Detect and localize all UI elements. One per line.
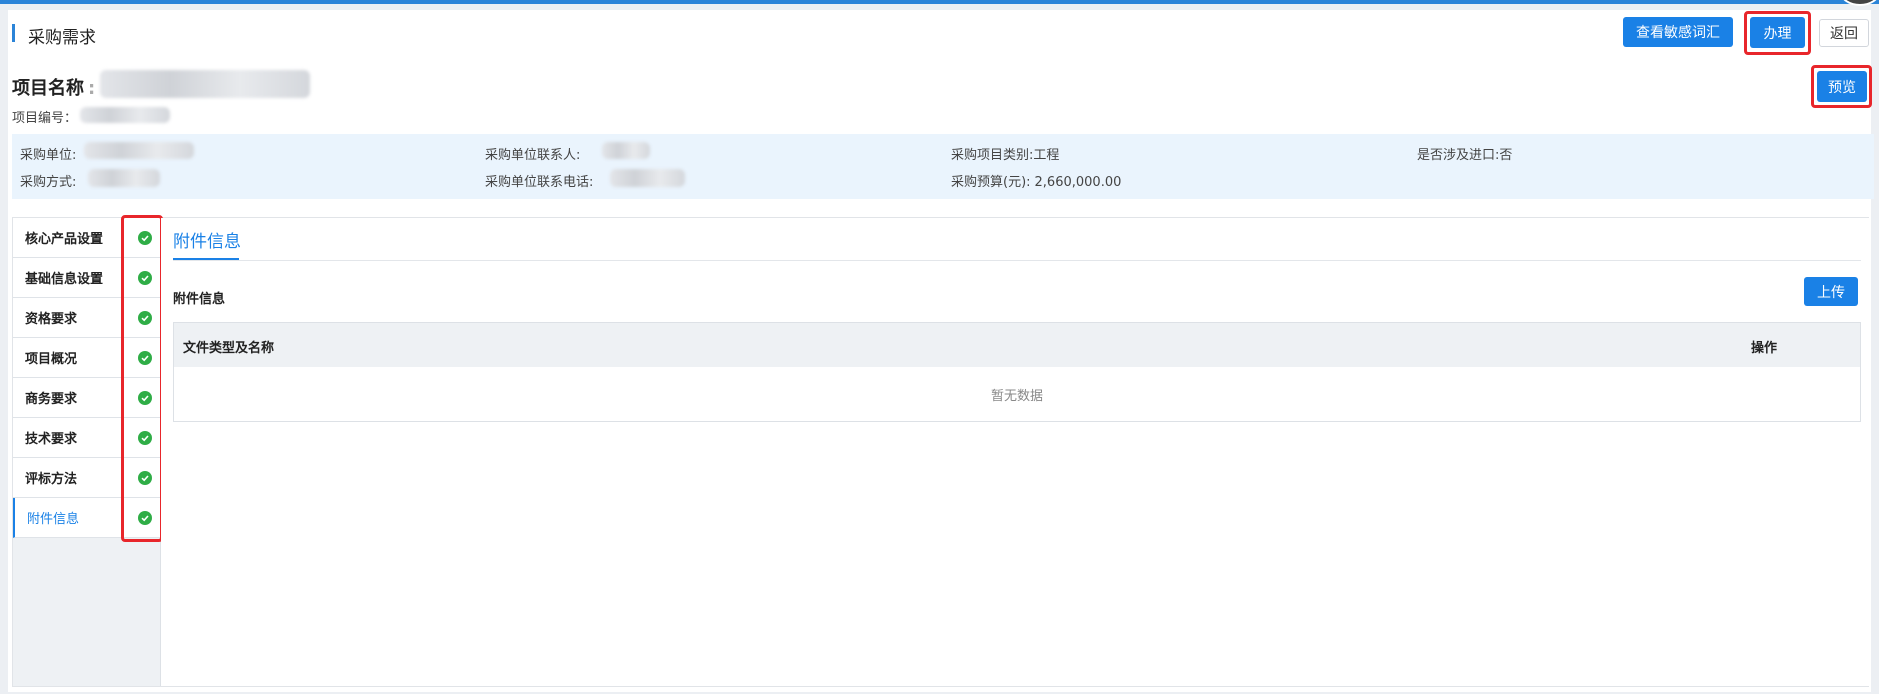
- upload-button[interactable]: 上传: [1804, 277, 1858, 306]
- budget-field: 采购预算(元): 2,660,000.00: [951, 175, 1122, 190]
- attachments-table: 文件类型及名称 操作 暂无数据: [173, 322, 1861, 422]
- page-title: 采购需求: [28, 28, 96, 48]
- unit-phone-redacted: [610, 169, 685, 187]
- back-button[interactable]: 返回: [1819, 19, 1869, 47]
- sidebar: 核心产品设置 基础信息设置 资格要求 项目概况 商务要求 技术要求 评标方法 附…: [13, 215, 163, 686]
- column-header-action: 操作: [1751, 341, 1778, 356]
- purchase-unit-field: 采购单位:: [20, 148, 77, 163]
- section-title: 附件信息: [173, 292, 226, 307]
- top-accent-line: [0, 0, 1879, 4]
- tab-divider: [173, 260, 1861, 261]
- unit-contact-redacted: [602, 142, 650, 159]
- tab-attachments[interactable]: 附件信息: [173, 218, 241, 260]
- import-field: 是否涉及进口:否: [1417, 148, 1513, 163]
- sidebar-item-label: 资格要求: [25, 312, 78, 327]
- unit-phone-field: 采购单位联系电话:: [485, 175, 594, 190]
- empty-state-text: 暂无数据: [990, 388, 1043, 404]
- handle-button[interactable]: 办理: [1750, 17, 1805, 48]
- project-name-redacted: [100, 70, 310, 98]
- sidebar-item-label: 项目概况: [25, 352, 78, 367]
- content-area: 核心产品设置 基础信息设置 资格要求 项目概况 商务要求 技术要求 评标方法 附…: [12, 215, 1869, 687]
- sidebar-item-label: 基础信息设置: [25, 272, 104, 287]
- sidebar-item-label: 评标方法: [25, 472, 78, 487]
- project-number-label: 项目编号：: [12, 111, 78, 126]
- project-name-label: 项目名称:: [12, 78, 96, 99]
- sidebar-item-label: 商务要求: [25, 392, 78, 407]
- purchase-unit-redacted: [84, 142, 194, 159]
- sidebar-item-label: 核心产品设置: [25, 232, 104, 247]
- info-panel: 采购单位: 采购单位联系人: 采购项目类别:工程 是否涉及进口:否 采购方式: …: [12, 134, 1874, 199]
- project-category-field: 采购项目类别:工程: [951, 148, 1060, 163]
- page-card: 采购需求 查看敏感词汇 办理 返回 预览 项目名称: 项目编号： 采购单位: 采…: [8, 10, 1874, 692]
- column-header-file: 文件类型及名称: [183, 341, 275, 356]
- purchase-method-field: 采购方式:: [20, 175, 77, 190]
- title-marker: [12, 24, 15, 42]
- main-panel: 附件信息 附件信息 上传 文件类型及名称 操作 暂无数据: [161, 218, 1869, 686]
- preview-button[interactable]: 预览: [1817, 71, 1867, 102]
- purchase-method-redacted: [88, 169, 160, 187]
- project-number-redacted: [80, 107, 170, 123]
- table-header: 文件类型及名称 操作: [174, 323, 1860, 367]
- unit-contact-field: 采购单位联系人:: [485, 148, 581, 163]
- sidebar-item-label: 技术要求: [25, 432, 78, 447]
- sidebar-item-label: 附件信息: [27, 512, 80, 527]
- view-sensitive-words-button[interactable]: 查看敏感词汇: [1623, 17, 1733, 47]
- check-column-highlight: [121, 215, 163, 542]
